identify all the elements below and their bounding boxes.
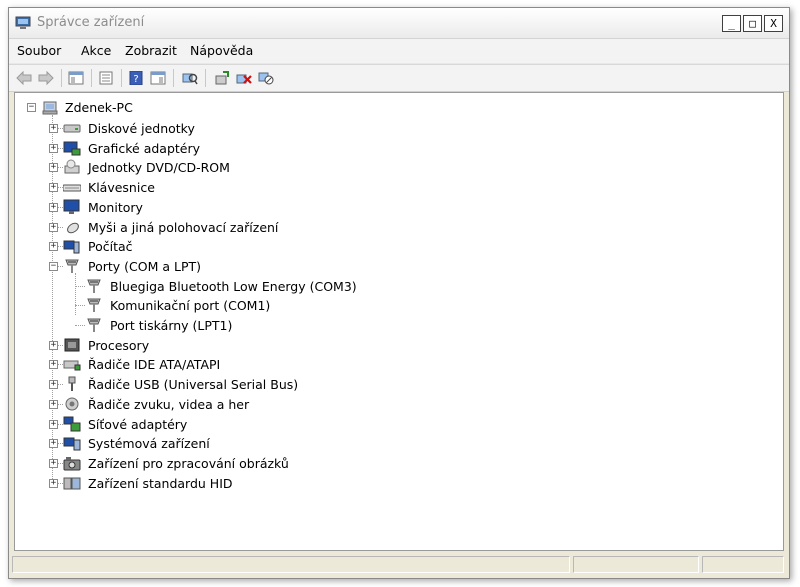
expand-toggle[interactable]: + [49,399,58,409]
tree-category-label[interactable]: Monitory [88,200,143,215]
tree-category-label[interactable]: Porty (COM a LPT) [88,259,201,274]
menu-view[interactable]: Zobrazit [125,43,177,58]
close-button[interactable]: X [764,15,783,32]
tree-category-label[interactable]: Myši a jiná polohovací zařízení [88,220,278,235]
collapse-toggle[interactable]: − [49,261,58,271]
dvd-drive-icon [64,159,80,174]
device-manager-icon [15,16,31,29]
port-icon [65,259,79,273]
processor-icon [64,338,80,352]
expand-toggle[interactable]: + [49,163,58,173]
tree-category-label[interactable]: Síťové adaptéry [88,417,187,432]
port-icon [87,298,101,313]
device-manager-window: Správce zařízení _ □ X Soubor Akce Zobra… [8,7,790,579]
tree-category-label[interactable]: Zařízení pro zpracování obrázků [88,456,289,471]
help-button[interactable]: ? [127,70,145,86]
properties-icon [99,71,113,85]
network-adapter-icon [63,416,81,431]
monitor-icon [63,199,80,214]
svg-text:?: ? [133,74,138,85]
tree-device-label[interactable]: Port tiskárny (LPT1) [110,318,232,333]
help-icon: ? [129,71,143,85]
view-icon [150,71,166,85]
tree-category-label[interactable]: Diskové jednotky [88,121,195,136]
menu-bar: Soubor Akce Zobrazit Nápověda [9,39,789,63]
status-pane-main [12,556,570,573]
tree-category-label[interactable]: Procesory [88,338,149,353]
disk-drive-icon [63,124,81,133]
update-driver-icon [215,71,229,85]
arrow-left-icon [16,71,32,85]
properties-button[interactable] [97,70,115,86]
update-driver-button[interactable] [213,70,231,86]
expand-toggle[interactable]: + [49,380,58,390]
hid-icon [63,477,81,490]
expand-toggle[interactable]: + [49,458,58,468]
disable-icon [258,72,274,85]
maximize-button[interactable]: □ [743,15,762,32]
sound-icon [65,397,79,411]
expand-toggle[interactable]: + [49,419,58,429]
view-button[interactable] [149,70,167,86]
tree-category-label[interactable]: Grafické adaptéry [88,141,200,156]
uninstall-button[interactable] [235,70,253,86]
tree-category-label[interactable]: Zařízení standardu HID [88,476,233,491]
expand-toggle[interactable]: + [49,478,58,488]
console-tree-icon [68,71,84,85]
expand-toggle[interactable]: + [49,360,58,370]
expand-toggle[interactable]: + [49,222,58,232]
expand-toggle[interactable]: + [49,439,58,449]
menu-help[interactable]: Nápověda [190,43,253,58]
tree-category-label[interactable]: Řadiče USB (Universal Serial Bus) [88,377,298,392]
tree-category-label[interactable]: Řadiče zvuku, videa a her [88,397,249,412]
display-adapter-icon [63,141,81,156]
device-tree: − Zdenek-PC + Diskové jednotky + Grafické a… [15,93,783,550]
port-icon [87,318,101,332]
expand-toggle[interactable]: + [49,143,58,153]
forward-button[interactable] [37,70,55,86]
disable-button[interactable] [257,70,275,86]
uninstall-icon [236,74,252,84]
expand-toggle[interactable]: + [49,124,58,133]
mouse-icon [67,222,79,233]
tree-category-label[interactable]: Klávesnice [88,180,155,195]
arrow-right-icon [38,71,54,85]
usb-icon [68,376,76,392]
expand-toggle[interactable]: + [49,202,58,212]
computer-icon [63,240,80,254]
keyboard-icon [63,184,81,192]
show-hide-console-tree-button[interactable] [67,70,85,86]
tree-category-label[interactable]: Systémová zařízení [88,436,210,451]
window-title: Správce zařízení [37,15,145,30]
back-button[interactable] [15,70,33,86]
tree-device-label[interactable]: Komunikační port (COM1) [110,298,270,313]
menu-file[interactable]: Soubor [17,43,61,58]
tree-root-label[interactable]: Zdenek-PC [65,100,133,115]
expand-toggle[interactable]: + [49,340,58,350]
computer-icon [42,101,58,115]
port-icon [87,279,101,293]
menu-action[interactable]: Akce [81,43,111,58]
expand-toggle[interactable]: + [49,183,58,193]
toolbar: ? [9,64,789,92]
system-device-icon [63,437,81,451]
expand-toggle[interactable]: + [49,242,58,252]
tree-category-label[interactable]: Jednotky DVD/CD-ROM [88,160,230,175]
device-tree-pane[interactable]: − Zdenek-PC + Diskové jednotky + Grafické a… [14,92,784,551]
scan-hardware-icon [182,73,198,85]
title-bar[interactable]: Správce zařízení _ □ X [9,8,789,39]
status-pane-2 [573,556,699,573]
status-bar [9,552,789,578]
scan-hardware-button[interactable] [181,70,199,86]
tree-category-label[interactable]: Řadiče IDE ATA/ATAPI [88,357,220,372]
minimize-button[interactable]: _ [722,15,741,32]
imaging-device-icon [63,456,81,471]
collapse-root-toggle[interactable]: − [27,103,36,112]
tree-category-label[interactable]: Počítač [88,239,133,254]
status-pane-3 [702,556,784,573]
tree-device-label[interactable]: Bluegiga Bluetooth Low Energy (COM3) [110,279,357,294]
ide-controller-icon [63,360,81,371]
